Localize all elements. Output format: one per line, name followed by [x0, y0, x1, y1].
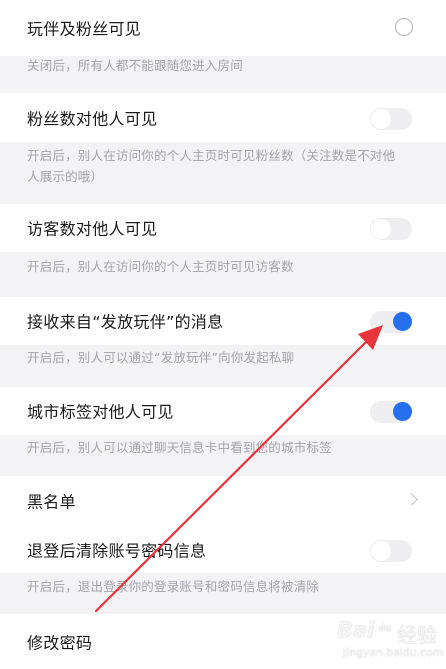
watermark-suffix: 经验: [397, 623, 437, 647]
annotation-arrow-shaft: [94, 337, 371, 613]
watermark-brand: Bai: [337, 618, 375, 642]
watermark-paw-text: du: [378, 624, 392, 634]
watermark-domain: jingyan.baidu.com: [343, 647, 444, 659]
annotation-arrow: [94, 325, 383, 613]
baidu-watermark: Bai du 经验 jingyan.baidu.com: [337, 614, 444, 664]
